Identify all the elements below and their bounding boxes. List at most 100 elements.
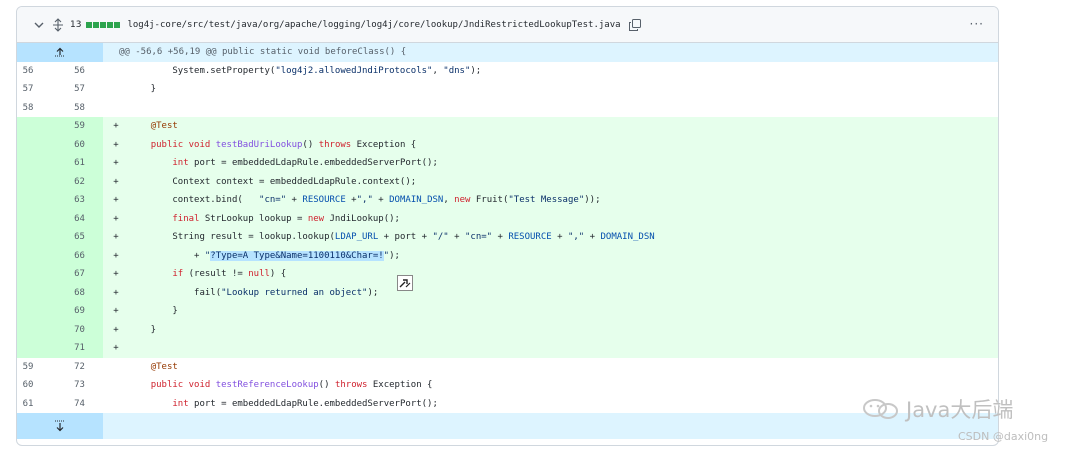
diff-sign — [103, 62, 129, 81]
expand-all-icon[interactable] — [51, 17, 65, 32]
code-line: @Test — [150, 121, 178, 131]
line-number-new[interactable]: 63 — [60, 191, 103, 210]
diff-file: 13 log4j-core/src/test/java/org/apache/l… — [16, 6, 999, 446]
line-number-new[interactable]: 59 — [60, 117, 103, 136]
line-number-old — [17, 283, 60, 302]
line-number-new[interactable]: 62 — [60, 172, 103, 191]
line-number-old[interactable]: 61 — [17, 394, 60, 413]
code-line: + "?Type=A Type&Name=1100110&Char=!"); — [129, 250, 400, 261]
diff-sign — [103, 376, 129, 395]
code-line: if (result != null) { — [172, 269, 287, 279]
line-number-old — [17, 117, 60, 136]
diff-sign: + — [113, 195, 119, 205]
hunk-expander-row — [17, 413, 998, 439]
line-number-old — [17, 154, 60, 173]
diff-row-added: 67 + if (result != null) { — [17, 265, 998, 284]
line-number-new[interactable]: 71 — [60, 339, 103, 358]
wechat-icon — [863, 399, 898, 419]
diff-sign: + — [113, 158, 119, 168]
file-header: 13 log4j-core/src/test/java/org/apache/l… — [17, 7, 998, 43]
line-number-old — [17, 302, 60, 321]
line-number-old — [17, 135, 60, 154]
line-number-new[interactable]: 73 — [60, 376, 103, 395]
code-line: context.bind( "cn=" + RESOURCE +"," + DO… — [129, 195, 601, 205]
line-number-new[interactable]: 64 — [60, 209, 103, 228]
line-number-new[interactable]: 60 — [60, 135, 103, 154]
diff-row-added: 70 + } — [17, 320, 998, 339]
diff-sign — [103, 99, 129, 118]
hunk-header: @@ -56,6 +56,19 @@ public static void be… — [119, 47, 407, 57]
watermark-text: Java大后端 — [906, 398, 1014, 422]
diff-row-added: 62 + Context context = embeddedLdapRule.… — [17, 172, 998, 191]
code-line: @Test — [150, 361, 178, 372]
line-number-new[interactable]: 70 — [60, 320, 103, 339]
line-number-new[interactable]: 72 — [60, 357, 103, 376]
diff-sign: + — [113, 250, 119, 261]
code-line: } — [129, 84, 157, 94]
line-number-new[interactable]: 74 — [60, 394, 103, 413]
line-number-old — [17, 209, 60, 228]
change-count: 13 — [70, 19, 82, 30]
diff-row-added: 63 + context.bind( "cn=" + RESOURCE +","… — [17, 191, 998, 210]
diff-row-added: 66 + + "?Type=A Type&Name=1100110&Char=!… — [17, 246, 998, 265]
line-number-new[interactable]: 56 — [60, 61, 103, 80]
diffstat-bar — [86, 21, 121, 28]
line-number-new[interactable]: 68 — [60, 283, 103, 302]
chevron-down-icon[interactable] — [33, 19, 45, 31]
line-number-new[interactable]: 65 — [60, 228, 103, 247]
code-line: final StrLookup lookup = new JndiLookup(… — [172, 213, 400, 224]
code-line: System.setProperty("log4j2.allowedJndiPr… — [129, 65, 482, 76]
diff-row-added: 59 + @Test — [17, 117, 998, 136]
line-number-old — [17, 191, 60, 210]
code-line: String result = lookup.lookup(LDAP_URL +… — [129, 232, 655, 242]
line-number-new[interactable]: 67 — [60, 265, 103, 284]
code-line: } — [129, 324, 157, 335]
line-number-old — [17, 320, 60, 339]
diff-row-added: 64 + final StrLookup lookup = new JndiLo… — [17, 209, 998, 228]
code-line: public void testReferenceLookup() throws… — [150, 380, 433, 390]
code-line: } — [129, 306, 178, 316]
line-number-old — [17, 265, 60, 284]
diff-row-added: 60 + public void testBadUriLookup() thro… — [17, 135, 998, 154]
line-number-old — [17, 246, 60, 265]
diff-sign: + — [113, 232, 119, 242]
expand-down-icon[interactable] — [17, 413, 103, 439]
line-number-old — [17, 339, 60, 358]
diff-row: 59 72 @Test — [17, 357, 998, 377]
diff-row: 61 74 int port = embeddedLdapRule.embedd… — [17, 394, 998, 414]
diff-row: 56 56 System.setProperty("log4j2.allowed… — [17, 61, 998, 81]
line-number-new[interactable]: 61 — [60, 154, 103, 173]
line-number-new[interactable]: 58 — [60, 98, 103, 117]
diff-sign: + — [113, 324, 119, 335]
file-path[interactable]: log4j-core/src/test/java/org/apache/logg… — [127, 20, 620, 30]
expand-up-icon[interactable] — [17, 43, 103, 62]
line-number-old[interactable]: 57 — [17, 80, 60, 99]
diff-sign: + — [113, 306, 119, 316]
diff-sign — [103, 395, 129, 414]
diff-sign — [103, 358, 129, 377]
line-number-new[interactable]: 66 — [60, 246, 103, 265]
line-number-old[interactable]: 60 — [17, 376, 60, 395]
code-line: Context context = embeddedLdapRule.conte… — [129, 176, 417, 187]
diff-sign: + — [113, 343, 119, 353]
copy-icon[interactable] — [628, 18, 641, 31]
line-number-old[interactable]: 59 — [17, 357, 60, 376]
diff-row: 57 57 } — [17, 80, 998, 99]
line-number-new[interactable]: 69 — [60, 302, 103, 321]
line-number-old[interactable]: 56 — [17, 61, 60, 80]
diff-row-added: 65 + String result = lookup.lookup(LDAP_… — [17, 228, 998, 247]
diff-sign: + — [113, 213, 119, 224]
line-number-old[interactable]: 58 — [17, 98, 60, 117]
watermark: Java大后端 — [862, 394, 1013, 424]
diff-row-added: 61 + int port = embeddedLdapRule.embedde… — [17, 154, 998, 173]
more-options-button[interactable]: ··· — [970, 17, 984, 31]
hunk-header-row: @@ -56,6 +56,19 @@ public static void be… — [17, 43, 998, 62]
diff-sign: + — [113, 287, 119, 298]
code-line: public void testBadUriLookup() throws Ex… — [150, 139, 417, 150]
diff-row: 60 73 public void testReferenceLookup() … — [17, 376, 998, 395]
line-number-old — [17, 228, 60, 247]
diff-row-added: 71 + — [17, 339, 998, 358]
line-number-new[interactable]: 57 — [60, 80, 103, 99]
